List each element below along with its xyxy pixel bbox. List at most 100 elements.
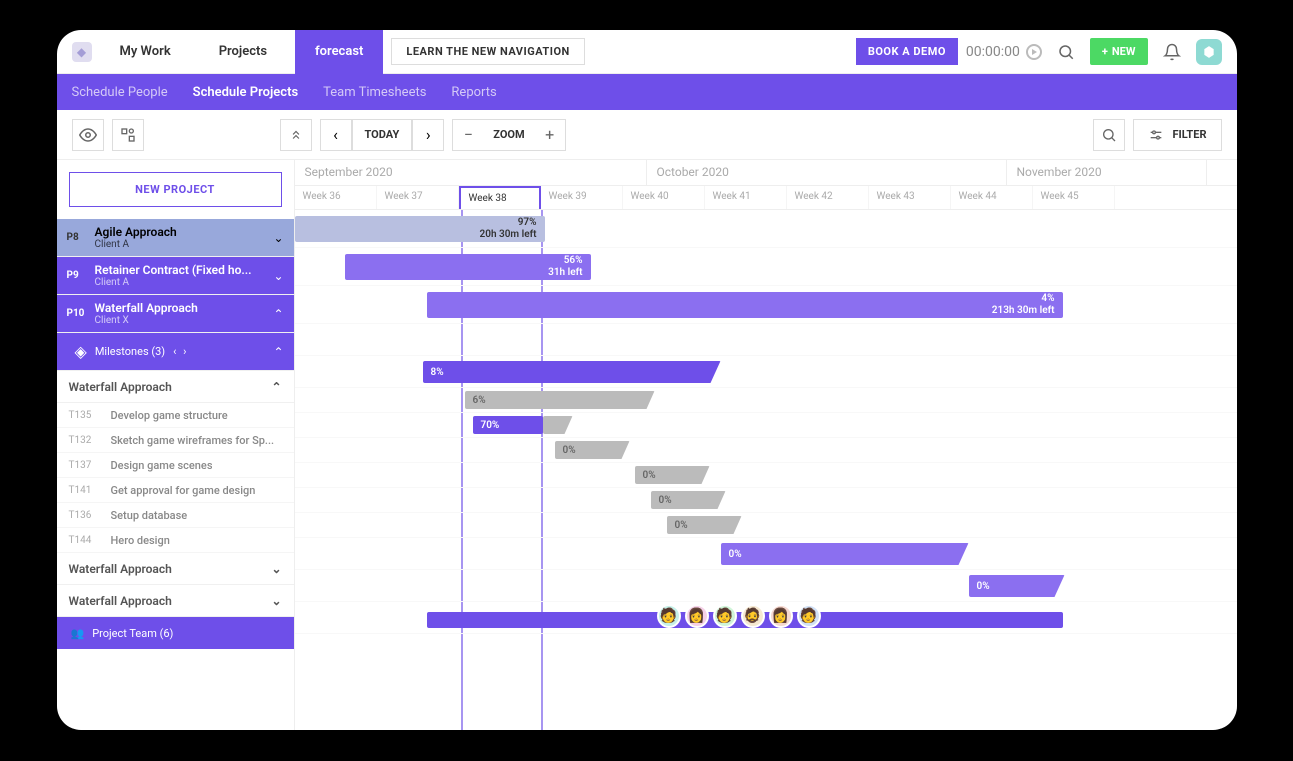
- gantt-bar[interactable]: 0%: [667, 516, 742, 534]
- layout-icon[interactable]: [112, 119, 144, 151]
- gantt-bar[interactable]: 0%: [969, 575, 1065, 597]
- task-row[interactable]: T141Get approval for game design: [57, 478, 294, 503]
- nav-projects[interactable]: Projects: [199, 30, 287, 74]
- gantt-row-p8: 97%20h 30m left: [295, 210, 1237, 248]
- chevron-down-icon[interactable]: ⌄: [271, 594, 281, 608]
- today-button[interactable]: TODAY: [352, 119, 413, 151]
- gantt-bar[interactable]: 0%: [721, 543, 969, 565]
- week-label[interactable]: Week 38: [459, 186, 541, 209]
- new-label: NEW: [1112, 45, 1136, 58]
- subnav-schedule-people[interactable]: Schedule People: [72, 85, 168, 100]
- week-label[interactable]: Week 43: [869, 186, 951, 209]
- project-team-row[interactable]: 👥Project Team (6): [57, 617, 294, 649]
- phase-row[interactable]: Waterfall Approach⌄: [57, 553, 294, 585]
- team-label: Project Team (6): [92, 627, 173, 640]
- week-label[interactable]: Week 41: [705, 186, 787, 209]
- milestone-nav-icon[interactable]: ‹ ›: [173, 345, 188, 358]
- chevron-up-icon[interactable]: ⌃: [273, 307, 283, 321]
- logo-icon[interactable]: ◆: [72, 42, 92, 62]
- gantt-bar[interactable]: 97%20h 30m left: [295, 216, 545, 242]
- nav-my-work[interactable]: My Work: [100, 30, 191, 74]
- zoom-out-button[interactable]: −: [453, 125, 483, 144]
- bar-percent: 0%: [675, 520, 688, 531]
- gantt-bar[interactable]: 6%: [465, 391, 655, 409]
- team-avatar[interactable]: 🧑: [657, 604, 681, 628]
- collapse-icon[interactable]: [280, 119, 312, 151]
- team-avatar[interactable]: 🧔: [741, 604, 765, 628]
- project-id: P8: [67, 232, 95, 243]
- team-avatar[interactable]: 🧑: [797, 604, 821, 628]
- sub-navigation: Schedule People Schedule Projects Team T…: [57, 74, 1237, 110]
- week-label[interactable]: Week 44: [951, 186, 1033, 209]
- gantt-row-phase: 8%: [295, 356, 1237, 388]
- team-avatar[interactable]: 🧑: [713, 604, 737, 628]
- month-header: September 2020October 2020November 2020: [295, 160, 1237, 186]
- milestones-label: Milestones (3): [95, 345, 165, 358]
- week-label[interactable]: Week 39: [541, 186, 623, 209]
- gantt-bar[interactable]: 56%31h left: [345, 254, 591, 280]
- task-row[interactable]: T132Sketch game wireframes for Sp...: [57, 428, 294, 453]
- gantt-bar[interactable]: 8%: [423, 361, 721, 383]
- gantt-bar[interactable]: 70%: [473, 416, 543, 434]
- user-avatar[interactable]: [1196, 39, 1222, 65]
- filter-button[interactable]: FILTER: [1133, 119, 1221, 151]
- task-row[interactable]: T144Hero design: [57, 528, 294, 553]
- new-project-button[interactable]: NEW PROJECT: [69, 172, 282, 207]
- week-label[interactable]: Week 45: [1033, 186, 1115, 209]
- task-id: T144: [69, 535, 101, 546]
- bar-percent: 0%: [563, 445, 576, 456]
- gantt-bar[interactable]: 0%: [555, 441, 630, 459]
- team-avatar[interactable]: 👩: [769, 604, 793, 628]
- nav-forecast[interactable]: forecast: [295, 30, 383, 74]
- search-icon[interactable]: [1050, 36, 1082, 68]
- project-row-p10[interactable]: P10 Waterfall ApproachClient X ⌃: [57, 295, 294, 333]
- team-avatars: 🧑 👩 🧑 🧔 👩 🧑: [655, 604, 823, 628]
- project-row-p8[interactable]: P8 Agile ApproachClient A ⌄: [57, 219, 294, 257]
- prev-button[interactable]: ‹: [320, 119, 352, 151]
- chevron-up-icon[interactable]: ⌃: [273, 345, 283, 359]
- bar-time-left: 213h 30m left: [992, 305, 1055, 317]
- bar-percent: 0%: [643, 470, 656, 481]
- phase-row[interactable]: Waterfall Approach⌄: [57, 585, 294, 617]
- gantt-bar[interactable]: 4%213h 30m left: [427, 292, 1063, 318]
- task-name: Develop game structure: [111, 409, 228, 422]
- plus-icon: +: [1102, 45, 1108, 58]
- search-timeline-icon[interactable]: [1093, 119, 1125, 151]
- project-row-p9[interactable]: P9 Retainer Contract (Fixed ho...Client …: [57, 257, 294, 295]
- next-button[interactable]: ›: [412, 119, 444, 151]
- learn-navigation-button[interactable]: LEARN THE NEW NAVIGATION: [391, 38, 584, 65]
- chevron-up-icon[interactable]: ⌃: [271, 380, 281, 394]
- chevron-down-icon[interactable]: ⌄: [271, 562, 281, 576]
- week-label[interactable]: Week 42: [787, 186, 869, 209]
- zoom-label: ZOOM: [483, 128, 534, 141]
- eye-icon[interactable]: [72, 119, 104, 151]
- bell-icon[interactable]: [1156, 36, 1188, 68]
- week-label[interactable]: Week 37: [377, 186, 459, 209]
- new-button[interactable]: + NEW: [1090, 38, 1148, 65]
- book-demo-button[interactable]: BOOK A DEMO: [856, 38, 958, 65]
- timer-play-icon[interactable]: [1026, 44, 1042, 60]
- timer-display[interactable]: 00:00:00: [966, 44, 1042, 60]
- chevron-down-icon[interactable]: ⌄: [273, 269, 283, 283]
- phase-label: Waterfall Approach: [69, 380, 172, 394]
- team-avatar[interactable]: 👩: [685, 604, 709, 628]
- week-label[interactable]: Week 40: [623, 186, 705, 209]
- bar-percent: 0%: [977, 581, 990, 592]
- task-row[interactable]: T137Design game scenes: [57, 453, 294, 478]
- subnav-schedule-projects[interactable]: Schedule Projects: [193, 85, 298, 100]
- task-row[interactable]: T136Setup database: [57, 503, 294, 528]
- bar-percent: 56%: [548, 255, 582, 267]
- gantt-bar[interactable]: 0%: [651, 491, 726, 509]
- zoom-in-button[interactable]: +: [535, 125, 565, 144]
- subnav-reports[interactable]: Reports: [451, 85, 496, 100]
- milestones-row[interactable]: ◈ Milestones (3) ‹ › ⌃: [57, 333, 294, 371]
- week-label[interactable]: Week 36: [295, 186, 377, 209]
- phase-row[interactable]: Waterfall Approach ⌃: [57, 371, 294, 403]
- subnav-timesheets[interactable]: Team Timesheets: [323, 85, 426, 100]
- task-row[interactable]: T135Develop game structure: [57, 403, 294, 428]
- task-id: T136: [69, 510, 101, 521]
- chevron-down-icon[interactable]: ⌄: [273, 231, 283, 245]
- gantt-bar[interactable]: 0%: [635, 466, 710, 484]
- gantt-row-phase: 0%: [295, 570, 1237, 602]
- gantt-bar-tail[interactable]: [543, 416, 573, 434]
